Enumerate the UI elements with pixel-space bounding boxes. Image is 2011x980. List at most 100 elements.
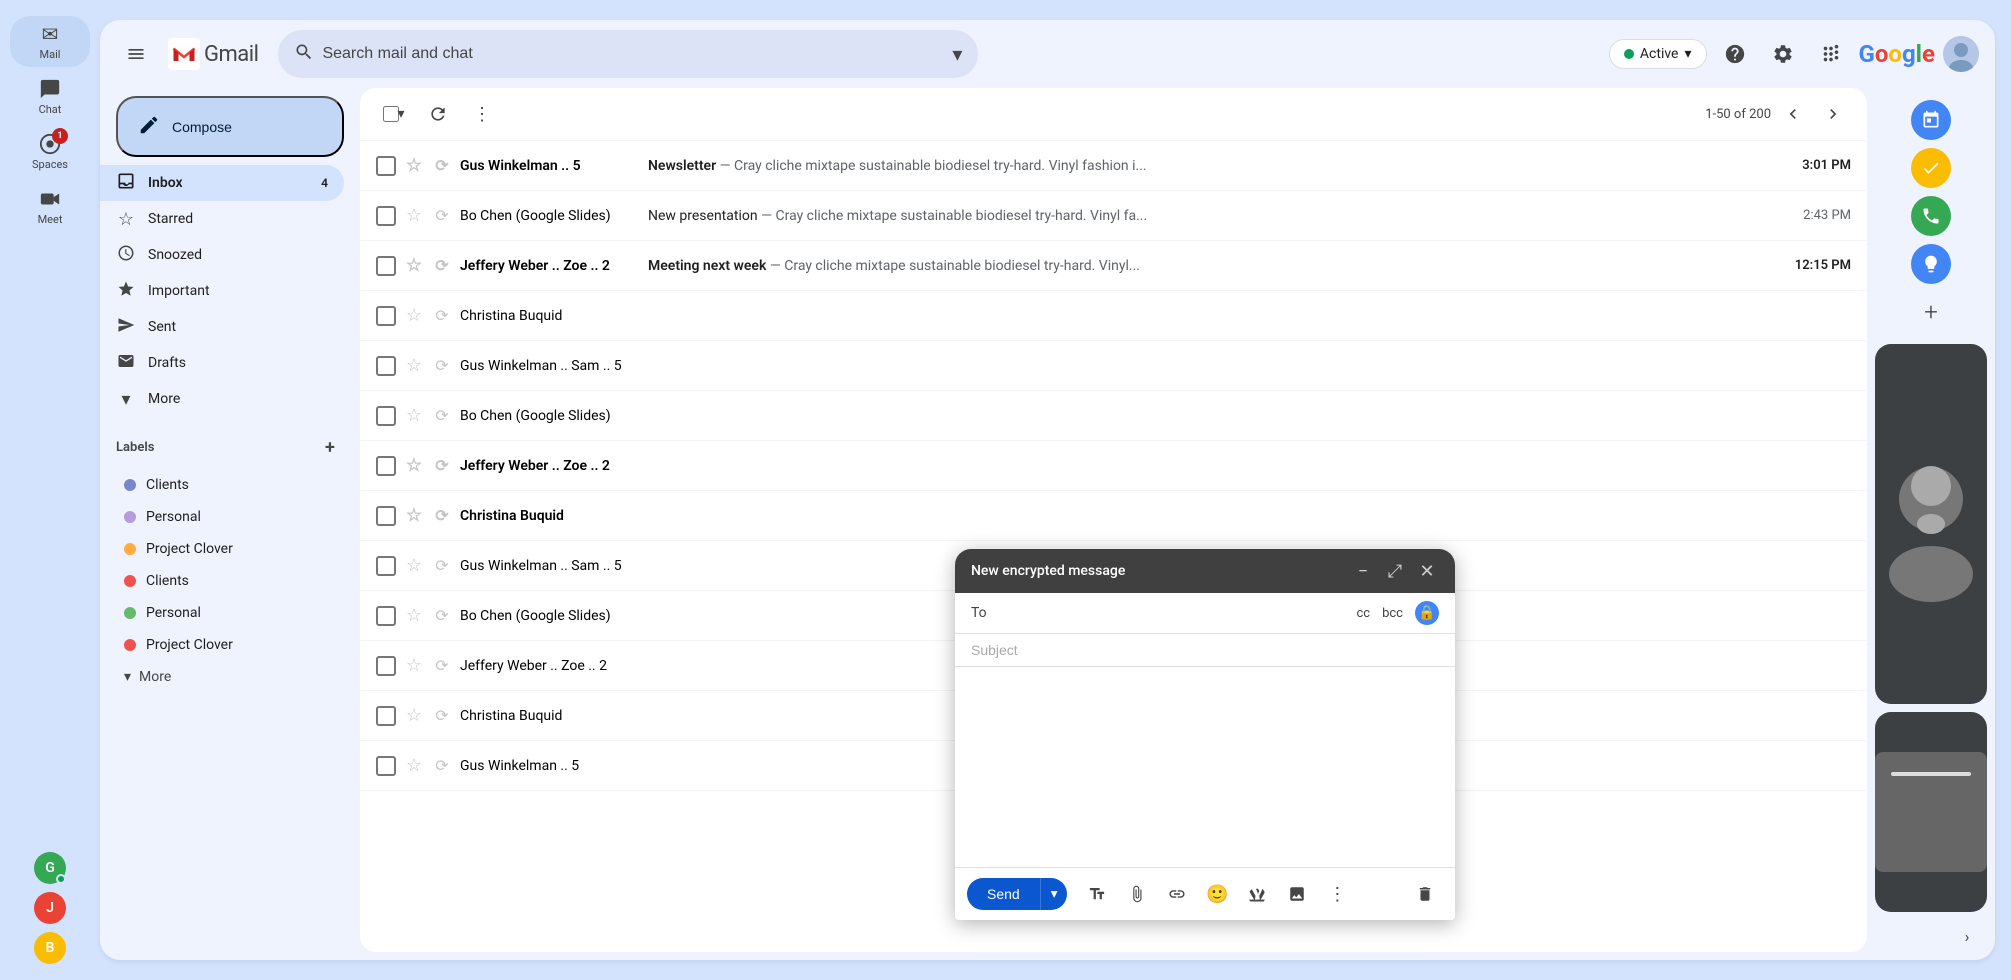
star-icon[interactable]: ☆	[404, 205, 424, 226]
email-checkbox[interactable]	[376, 756, 396, 776]
snooze-icon[interactable]: ⟳	[432, 256, 452, 275]
email-checkbox[interactable]	[376, 256, 396, 276]
active-status-button[interactable]: Active ▾	[1609, 39, 1707, 69]
compose-cc-button[interactable]: cc	[1352, 604, 1374, 623]
email-checkbox[interactable]	[376, 706, 396, 726]
compose-minimize-button[interactable]: −	[1351, 559, 1375, 583]
sidebar-item-spaces[interactable]: 1 Spaces	[10, 126, 90, 177]
email-checkbox[interactable]	[376, 556, 396, 576]
prev-page-button[interactable]	[1775, 96, 1811, 132]
more-options-footer-button[interactable]: ⋮	[1319, 876, 1355, 912]
email-checkbox[interactable]	[376, 206, 396, 226]
user-avatar-button[interactable]	[1943, 36, 1979, 72]
snooze-icon[interactable]: ⟳	[432, 606, 452, 625]
search-input[interactable]	[322, 45, 944, 63]
compose-body-area[interactable]	[955, 667, 1455, 867]
star-icon[interactable]: ☆	[404, 505, 424, 526]
nav-item-drafts[interactable]: Drafts	[100, 345, 344, 381]
next-page-button[interactable]	[1815, 96, 1851, 132]
table-row[interactable]: ☆ ⟳ Gus Winkelman .. 5 Newsletter — Cray…	[360, 141, 1867, 191]
attach-file-button[interactable]	[1119, 876, 1155, 912]
table-row[interactable]: ☆ ⟳ Bo Chen (Google Slides)	[360, 391, 1867, 441]
star-icon[interactable]: ☆	[404, 705, 424, 726]
avatar-b[interactable]: B	[34, 932, 66, 964]
label-projectclover1[interactable]: Project Clover	[116, 533, 336, 565]
star-icon[interactable]: ☆	[404, 255, 424, 276]
star-icon[interactable]: ☆	[404, 755, 424, 776]
email-checkbox[interactable]	[376, 306, 396, 326]
table-row[interactable]: ☆ ⟳ Bo Chen (Google Slides) New presenta…	[360, 191, 1867, 241]
table-row[interactable]: ☆ ⟳ Christina Buquid	[360, 291, 1867, 341]
email-checkbox[interactable]	[376, 656, 396, 676]
compose-button[interactable]: Compose	[116, 96, 344, 157]
keep-panel-button[interactable]	[1911, 244, 1951, 284]
table-row[interactable]: ☆ ⟳ Christina Buquid	[360, 491, 1867, 541]
format-text-button[interactable]	[1079, 876, 1115, 912]
compose-to-input[interactable]	[1009, 605, 1344, 621]
insert-photo-button[interactable]	[1279, 876, 1315, 912]
table-row[interactable]: ☆ ⟳ Jeffery Weber .. Zoe .. 2	[360, 441, 1867, 491]
sidebar-item-chat[interactable]: Chat	[10, 71, 90, 122]
settings-button[interactable]	[1763, 34, 1803, 74]
snooze-icon[interactable]: ⟳	[432, 156, 452, 175]
snooze-icon[interactable]: ⟳	[432, 456, 452, 475]
star-icon[interactable]: ☆	[404, 455, 424, 476]
nav-item-sent[interactable]: Sent	[100, 309, 344, 345]
snooze-icon[interactable]: ⟳	[432, 206, 452, 225]
hamburger-menu-button[interactable]	[116, 34, 156, 74]
nav-item-important[interactable]: Important	[100, 273, 344, 309]
table-row[interactable]: ☆ ⟳ Jeffery Weber .. Zoe .. 2 Meeting ne…	[360, 241, 1867, 291]
contacts-panel-button[interactable]	[1911, 196, 1951, 236]
star-icon[interactable]: ☆	[404, 355, 424, 376]
calendar-panel-button[interactable]	[1911, 100, 1951, 140]
star-icon[interactable]: ☆	[404, 305, 424, 326]
search-icon[interactable]	[294, 42, 314, 67]
snooze-icon[interactable]: ⟳	[432, 406, 452, 425]
star-icon[interactable]: ☆	[404, 555, 424, 576]
apps-button[interactable]	[1811, 34, 1851, 74]
nav-item-starred[interactable]: ☆ Starred	[100, 201, 344, 237]
insert-link-button[interactable]	[1159, 876, 1195, 912]
delete-draft-button[interactable]	[1407, 876, 1443, 912]
compose-subject-input[interactable]	[971, 642, 1439, 658]
label-clients2[interactable]: Clients	[116, 565, 336, 597]
more-labels-button[interactable]: ▾ More	[116, 661, 344, 693]
snooze-icon[interactable]: ⟳	[432, 306, 452, 325]
search-dropdown-button[interactable]: ▾	[952, 42, 962, 66]
star-icon[interactable]: ☆	[404, 605, 424, 626]
add-label-button[interactable]: +	[316, 433, 344, 461]
label-personal1[interactable]: Personal	[116, 501, 336, 533]
send-button[interactable]: Send	[967, 878, 1040, 910]
snooze-icon[interactable]: ⟳	[432, 706, 452, 725]
nav-item-snoozed[interactable]: Snoozed	[100, 237, 344, 273]
star-icon[interactable]: ☆	[404, 405, 424, 426]
compose-bcc-button[interactable]: bcc	[1378, 604, 1407, 623]
star-icon[interactable]: ☆	[404, 155, 424, 176]
compose-header[interactable]: New encrypted message − ⤢ ✕	[955, 549, 1455, 593]
compose-close-button[interactable]: ✕	[1415, 559, 1439, 583]
select-all-dropdown[interactable]: ▾	[397, 106, 404, 122]
avatar-g[interactable]: G	[34, 852, 66, 884]
more-toolbar-button[interactable]: ⋮	[464, 96, 500, 132]
expand-panel-button[interactable]: ›	[1951, 920, 1983, 952]
label-personal2[interactable]: Personal	[116, 597, 336, 629]
send-options-button[interactable]: ▾	[1040, 878, 1068, 910]
insert-emoji-button[interactable]: 🙂	[1199, 876, 1235, 912]
email-checkbox[interactable]	[376, 456, 396, 476]
snooze-icon[interactable]: ⟳	[432, 356, 452, 375]
sidebar-item-mail[interactable]: ✉ Mail	[10, 16, 90, 67]
nav-item-inbox[interactable]: Inbox 4	[100, 165, 344, 201]
google-drive-button[interactable]	[1239, 876, 1275, 912]
search-bar[interactable]: ▾	[278, 30, 978, 78]
snooze-icon[interactable]: ⟳	[432, 556, 452, 575]
snooze-icon[interactable]: ⟳	[432, 656, 452, 675]
email-checkbox[interactable]	[376, 406, 396, 426]
nav-item-more[interactable]: ▾ More	[100, 381, 344, 417]
table-row[interactable]: ☆ ⟳ Gus Winkelman .. Sam .. 5	[360, 341, 1867, 391]
email-checkbox[interactable]	[376, 506, 396, 526]
label-projectclover2[interactable]: Project Clover	[116, 629, 336, 661]
avatar-j[interactable]: J	[34, 892, 66, 924]
refresh-button[interactable]	[420, 96, 456, 132]
help-button[interactable]	[1715, 34, 1755, 74]
email-checkbox[interactable]	[376, 356, 396, 376]
